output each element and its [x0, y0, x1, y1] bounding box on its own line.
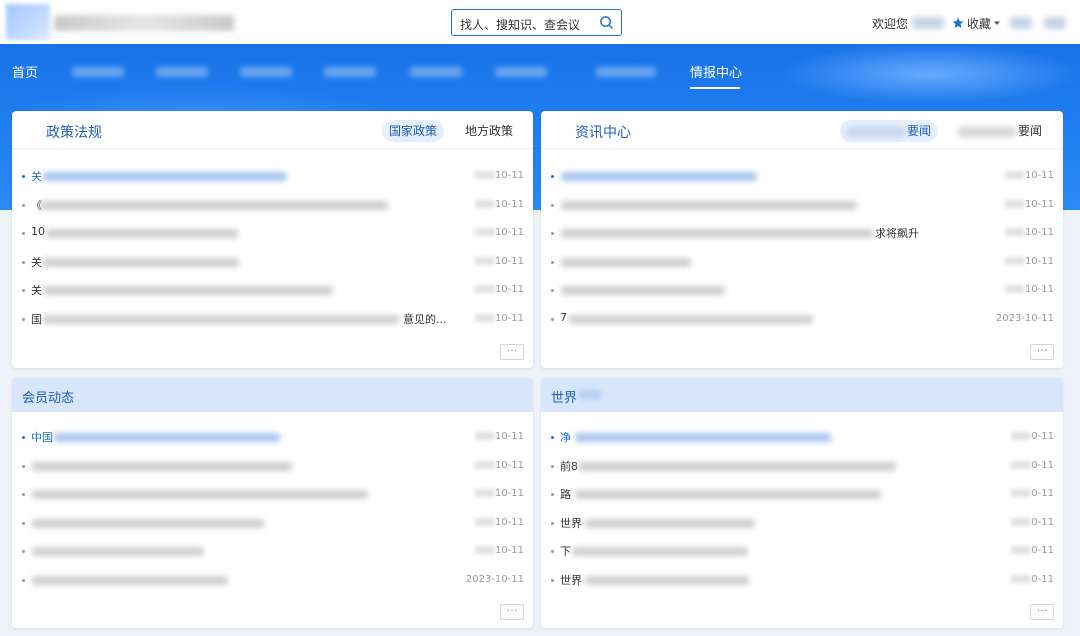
list-item[interactable]: 10-11	[12, 510, 533, 539]
panel-header: 资讯中心 要闻 要闻	[541, 111, 1063, 149]
world-list: 净 0-11 前8 0-11 路 0-11 世界 0-11 下 0-11 世界 0-11	[541, 424, 1063, 595]
panel-title: 资讯中心	[575, 125, 631, 141]
favorites-label: 收藏	[966, 16, 991, 31]
nav-item-blurred[interactable]	[240, 67, 292, 77]
list-item[interactable]: 10 10-11	[12, 220, 533, 249]
nav-item-blurred[interactable]	[410, 67, 462, 77]
members-list: 中国 10-11 10-11 10-11 10-11 10-11 2023-10-…	[12, 424, 533, 595]
nav-item-blurred[interactable]	[156, 67, 208, 77]
list-item[interactable]: 世界 0-11	[541, 510, 1063, 539]
list-item[interactable]: 关 10-11	[12, 249, 533, 278]
title-blurred	[579, 390, 601, 399]
list-item[interactable]: 《 10-11	[12, 192, 533, 221]
site-name-blurred	[54, 15, 234, 31]
more-button[interactable]: ···	[1030, 604, 1054, 620]
header-action-blurred-2[interactable]	[1044, 17, 1066, 29]
panel-header: 政策法规 国家政策 地方政策	[12, 111, 533, 149]
more-button[interactable]: ···	[1030, 344, 1054, 360]
user-area: 欢迎您 收藏	[872, 13, 1066, 33]
search-input[interactable]: 找人、搜知识、查会议	[460, 16, 580, 33]
favorites-menu[interactable]: 收藏	[952, 15, 1000, 32]
news-panel: 资讯中心 要闻 要闻 10-11 10-11 求将飙升 10-11 10-11 1…	[541, 111, 1063, 368]
panel-header: 会员动态	[12, 378, 533, 412]
list-item[interactable]: 国意见的... 10-11	[12, 306, 533, 335]
tab-news-1[interactable]: 要闻	[840, 120, 939, 142]
logo[interactable]	[6, 4, 50, 40]
username-blurred[interactable]	[911, 17, 944, 29]
list-item[interactable]: 前8 0-11	[541, 453, 1063, 482]
search-icon[interactable]	[599, 15, 614, 30]
policy-list: 关 10-11 《 10-11 10 10-11 关 10-11 关 10-11 国意见的…	[12, 163, 533, 334]
news-list: 10-11 10-11 求将飙升 10-11 10-11 10-11 7 2023-…	[541, 163, 1063, 334]
nav-item-blurred[interactable]	[324, 67, 376, 77]
nav-item-blurred[interactable]	[495, 67, 547, 77]
nav-home[interactable]: 首页	[12, 62, 38, 81]
panel-title: 世界	[551, 391, 578, 406]
list-item[interactable]: 世界 0-11	[541, 567, 1063, 596]
header-action-blurred-1[interactable]	[1010, 17, 1032, 29]
panel-title: 会员动态	[22, 391, 75, 406]
nav-item-blurred[interactable]	[596, 67, 656, 77]
panel-header: 世界	[541, 378, 1063, 412]
list-item[interactable]: 10-11	[12, 481, 533, 510]
list-item[interactable]: 10-11	[541, 163, 1063, 192]
tab-news-2[interactable]: 要闻	[951, 120, 1049, 142]
main-nav: 首页 情报中心	[0, 44, 1080, 100]
more-button[interactable]: ···	[500, 604, 524, 620]
list-item[interactable]: 10-11	[541, 249, 1063, 278]
list-item[interactable]: 下 0-11	[541, 538, 1063, 567]
top-header: 找人、搜知识、查会议 欢迎您 收藏	[0, 0, 1080, 44]
list-item[interactable]: 求将飙升 10-11	[541, 220, 1063, 249]
nav-active-indicator	[690, 87, 740, 89]
list-item[interactable]: 2023-10-11	[12, 567, 533, 596]
list-item[interactable]: 10-11	[12, 538, 533, 567]
more-button[interactable]: ···	[500, 344, 524, 360]
list-item[interactable]: 净 0-11	[541, 424, 1063, 453]
policy-panel: 政策法规 国家政策 地方政策 关 10-11 《 10-11 10 10-11 关 10…	[12, 111, 533, 368]
list-item[interactable]: 10-11	[541, 277, 1063, 306]
tab-national-policy[interactable]: 国家政策	[382, 120, 445, 142]
list-item[interactable]: 关 10-11	[12, 277, 533, 306]
list-item[interactable]: 10-11	[12, 453, 533, 482]
tab-local-policy[interactable]: 地方政策	[458, 120, 520, 142]
list-item[interactable]: 关 10-11	[12, 163, 533, 192]
welcome-text: 欢迎您	[871, 16, 908, 31]
list-item[interactable]: 中国 10-11	[12, 424, 533, 453]
star-icon	[952, 17, 964, 28]
nav-item-blurred[interactable]	[72, 67, 124, 77]
chevron-down-icon	[994, 21, 1000, 25]
panel-title: 政策法规	[46, 125, 102, 141]
list-item[interactable]: 路 0-11	[541, 481, 1063, 510]
search-box[interactable]: 找人、搜知识、查会议	[451, 9, 622, 36]
list-item[interactable]: 7 2023-10-11	[541, 306, 1063, 335]
nav-intel-center[interactable]: 情报中心	[690, 62, 742, 81]
members-panel: 会员动态 中国 10-11 10-11 10-11 10-11 10-11 202…	[12, 378, 533, 628]
list-item[interactable]: 10-11	[541, 192, 1063, 221]
world-panel: 世界 净 0-11 前8 0-11 路 0-11 世界 0-11 下 0-11 世界 0-1…	[541, 378, 1063, 628]
